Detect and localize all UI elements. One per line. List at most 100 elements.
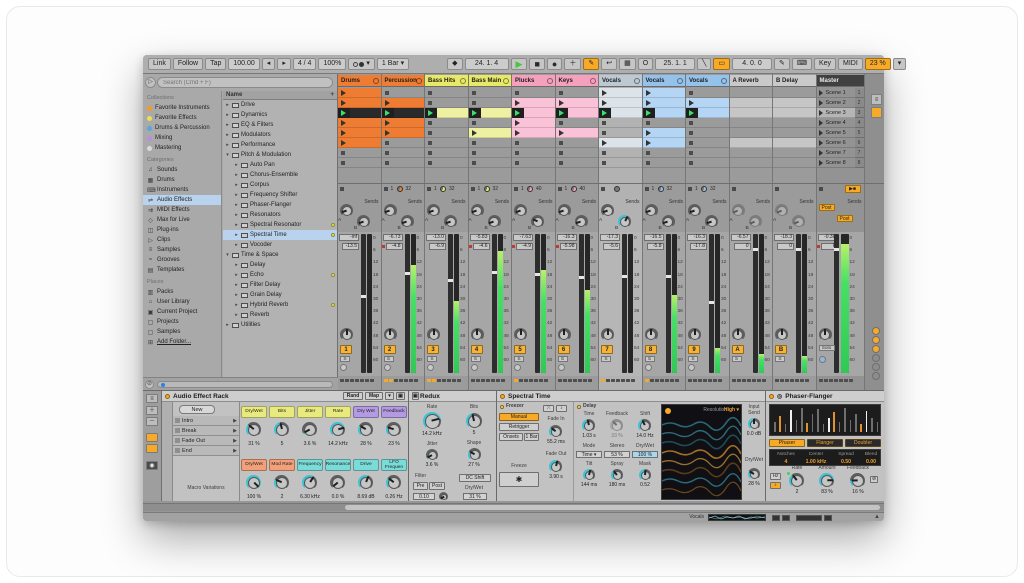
loop-button[interactable]: ▭ [713,58,730,70]
macro-knob[interactable] [358,475,373,490]
solo-button[interactable]: Solo [819,345,835,351]
track-header[interactable]: Percussion [382,75,425,87]
sidebar-item-templates[interactable]: ▤Templates [143,265,221,275]
track-activator-button[interactable]: 9 [688,345,700,354]
spray-knob[interactable] [611,469,623,481]
expand-arrow-icon[interactable]: ▸ [234,272,239,278]
key-map-button[interactable]: Key [814,58,836,70]
send-b-knob[interactable] [575,215,588,228]
clip-slot[interactable] [382,108,425,118]
phaser-amount-knob[interactable] [819,473,834,488]
sidebar-item-user-library[interactable]: ⌂User Library [143,297,221,307]
time-knob[interactable] [582,419,595,432]
feedback-knob[interactable] [610,419,623,432]
clip-stop-all-icon[interactable] [558,187,562,191]
session-record-button[interactable]: O [638,58,653,70]
mode-button-flanger[interactable]: Flanger [807,439,843,447]
sync-interval-button[interactable]: 1 Bar [524,433,539,441]
clip-slot[interactable] [425,148,468,158]
clip-slot[interactable] [556,108,599,118]
scene-number[interactable]: 7 [855,148,864,158]
scene-row[interactable]: Scene 3 [817,108,855,118]
device-list-item[interactable]: ▸Frequency Shifter [223,190,337,200]
follow-button[interactable]: Follow [173,58,203,70]
clip-slot[interactable] [469,138,512,148]
send-a-knob[interactable] [732,204,745,217]
clip-slot[interactable] [338,98,381,108]
scene-play-icon[interactable] [819,100,823,106]
volume-fader[interactable] [796,234,801,373]
clip-slot[interactable] [512,118,555,128]
pan-knob[interactable] [775,328,788,341]
clip-slot[interactable] [556,128,599,138]
send-b-knob[interactable] [662,215,675,228]
pan-knob[interactable] [645,328,658,341]
track-activator-button[interactable]: 3 [427,345,439,354]
expand-arrow-icon[interactable]: ▸ [234,312,239,318]
sidebar-item-packs[interactable]: ▥Packs [143,287,221,297]
device-list-item[interactable]: ▾Pitch & Modulation [223,150,337,160]
clip-slot[interactable] [338,118,381,128]
filter-mini-knob[interactable] [439,492,448,501]
expand-arrow-icon[interactable]: ▸ [234,222,239,228]
device-list-item[interactable]: ▸Utilities [223,320,337,330]
phaser-title-bar[interactable]: ◎ Phaser-Flanger [766,391,884,402]
arm-record-button[interactable] [427,364,434,371]
send-b-post-button[interactable]: Post [837,215,853,222]
pan-knob[interactable] [471,328,484,341]
expand-arrow-icon[interactable]: ▸ [234,242,239,248]
zoom-out-icon[interactable]: － [146,417,158,426]
clip-slot[interactable] [643,148,686,158]
overview-toggle-icon[interactable]: ≡ [871,94,882,105]
fader-thumb[interactable] [796,248,801,251]
dc-shift-button[interactable]: DC Shift [459,474,491,482]
peak-level-box[interactable]: -18.3 [774,234,794,241]
scene-row[interactable]: Scene 5 [817,128,855,138]
macro-knob[interactable] [386,422,401,437]
groove-amount-display[interactable]: 100% [318,58,346,70]
pan-knob[interactable] [819,328,832,341]
expand-arrow-icon[interactable]: ▾ [225,252,230,258]
scene-row[interactable]: Scene 1 [817,88,855,98]
device-list-item[interactable]: ▸Hybrid Reverb [223,300,337,310]
solo-button[interactable]: S [645,356,655,362]
show-hide-detail-icon[interactable]: ▲ [874,514,880,520]
expand-arrow-icon[interactable]: ▸ [225,142,230,148]
clip-stop-all-icon[interactable] [732,187,736,191]
mixer-section-toggle-icon[interactable] [872,354,880,362]
clip-slot[interactable] [469,108,512,118]
spectral-title-bar[interactable]: Spectral Time [497,391,765,402]
expand-arrow-icon[interactable]: ▸ [234,292,239,298]
track-header[interactable]: Vocals [686,75,729,87]
mixer-section-toggle-icon[interactable] [872,372,880,380]
filter-pre-button[interactable]: Pre [413,482,428,490]
volume-value-box[interactable]: -4.9 [516,243,533,250]
resolution-value[interactable]: High ▾ [724,407,739,413]
hot-swap-icon[interactable]: ◉ [146,461,158,470]
macro-knob[interactable] [302,422,317,437]
io-toggle-icon[interactable] [871,107,882,118]
send-a-knob[interactable] [688,204,701,217]
expand-arrow-icon[interactable]: ▸ [234,192,239,198]
mixer-section-toggle-icon[interactable] [872,336,880,344]
shift-knob[interactable] [638,419,651,432]
search-input[interactable] [157,77,333,88]
volume-fader[interactable] [579,234,584,373]
send-a-knob[interactable] [340,204,353,217]
cpu-menu-button[interactable]: ▾ [893,58,907,70]
send-a-knob[interactable] [514,204,527,217]
track-collapse-icon[interactable] [547,78,553,84]
clip-slot[interactable] [382,148,425,158]
sidebar-item-mixing[interactable]: Mixing [143,133,221,143]
track-collapse-icon[interactable] [590,78,596,84]
clip-slot[interactable] [469,128,512,138]
chain-row-fade-out[interactable]: Fade Out▶ [173,436,239,446]
shape-knob[interactable] [468,448,481,461]
spectrogram-display[interactable]: Resolution High ▾ [661,404,742,500]
mode-button-phaser[interactable]: Phaser [769,439,805,447]
peak-level-box[interactable]: -5.83 [470,234,490,241]
device-list-item[interactable]: ▸Modulators [223,130,337,140]
clip-slot[interactable] [425,158,468,168]
clip-slot[interactable] [469,88,512,98]
clip-stop-all-icon[interactable] [688,187,692,191]
